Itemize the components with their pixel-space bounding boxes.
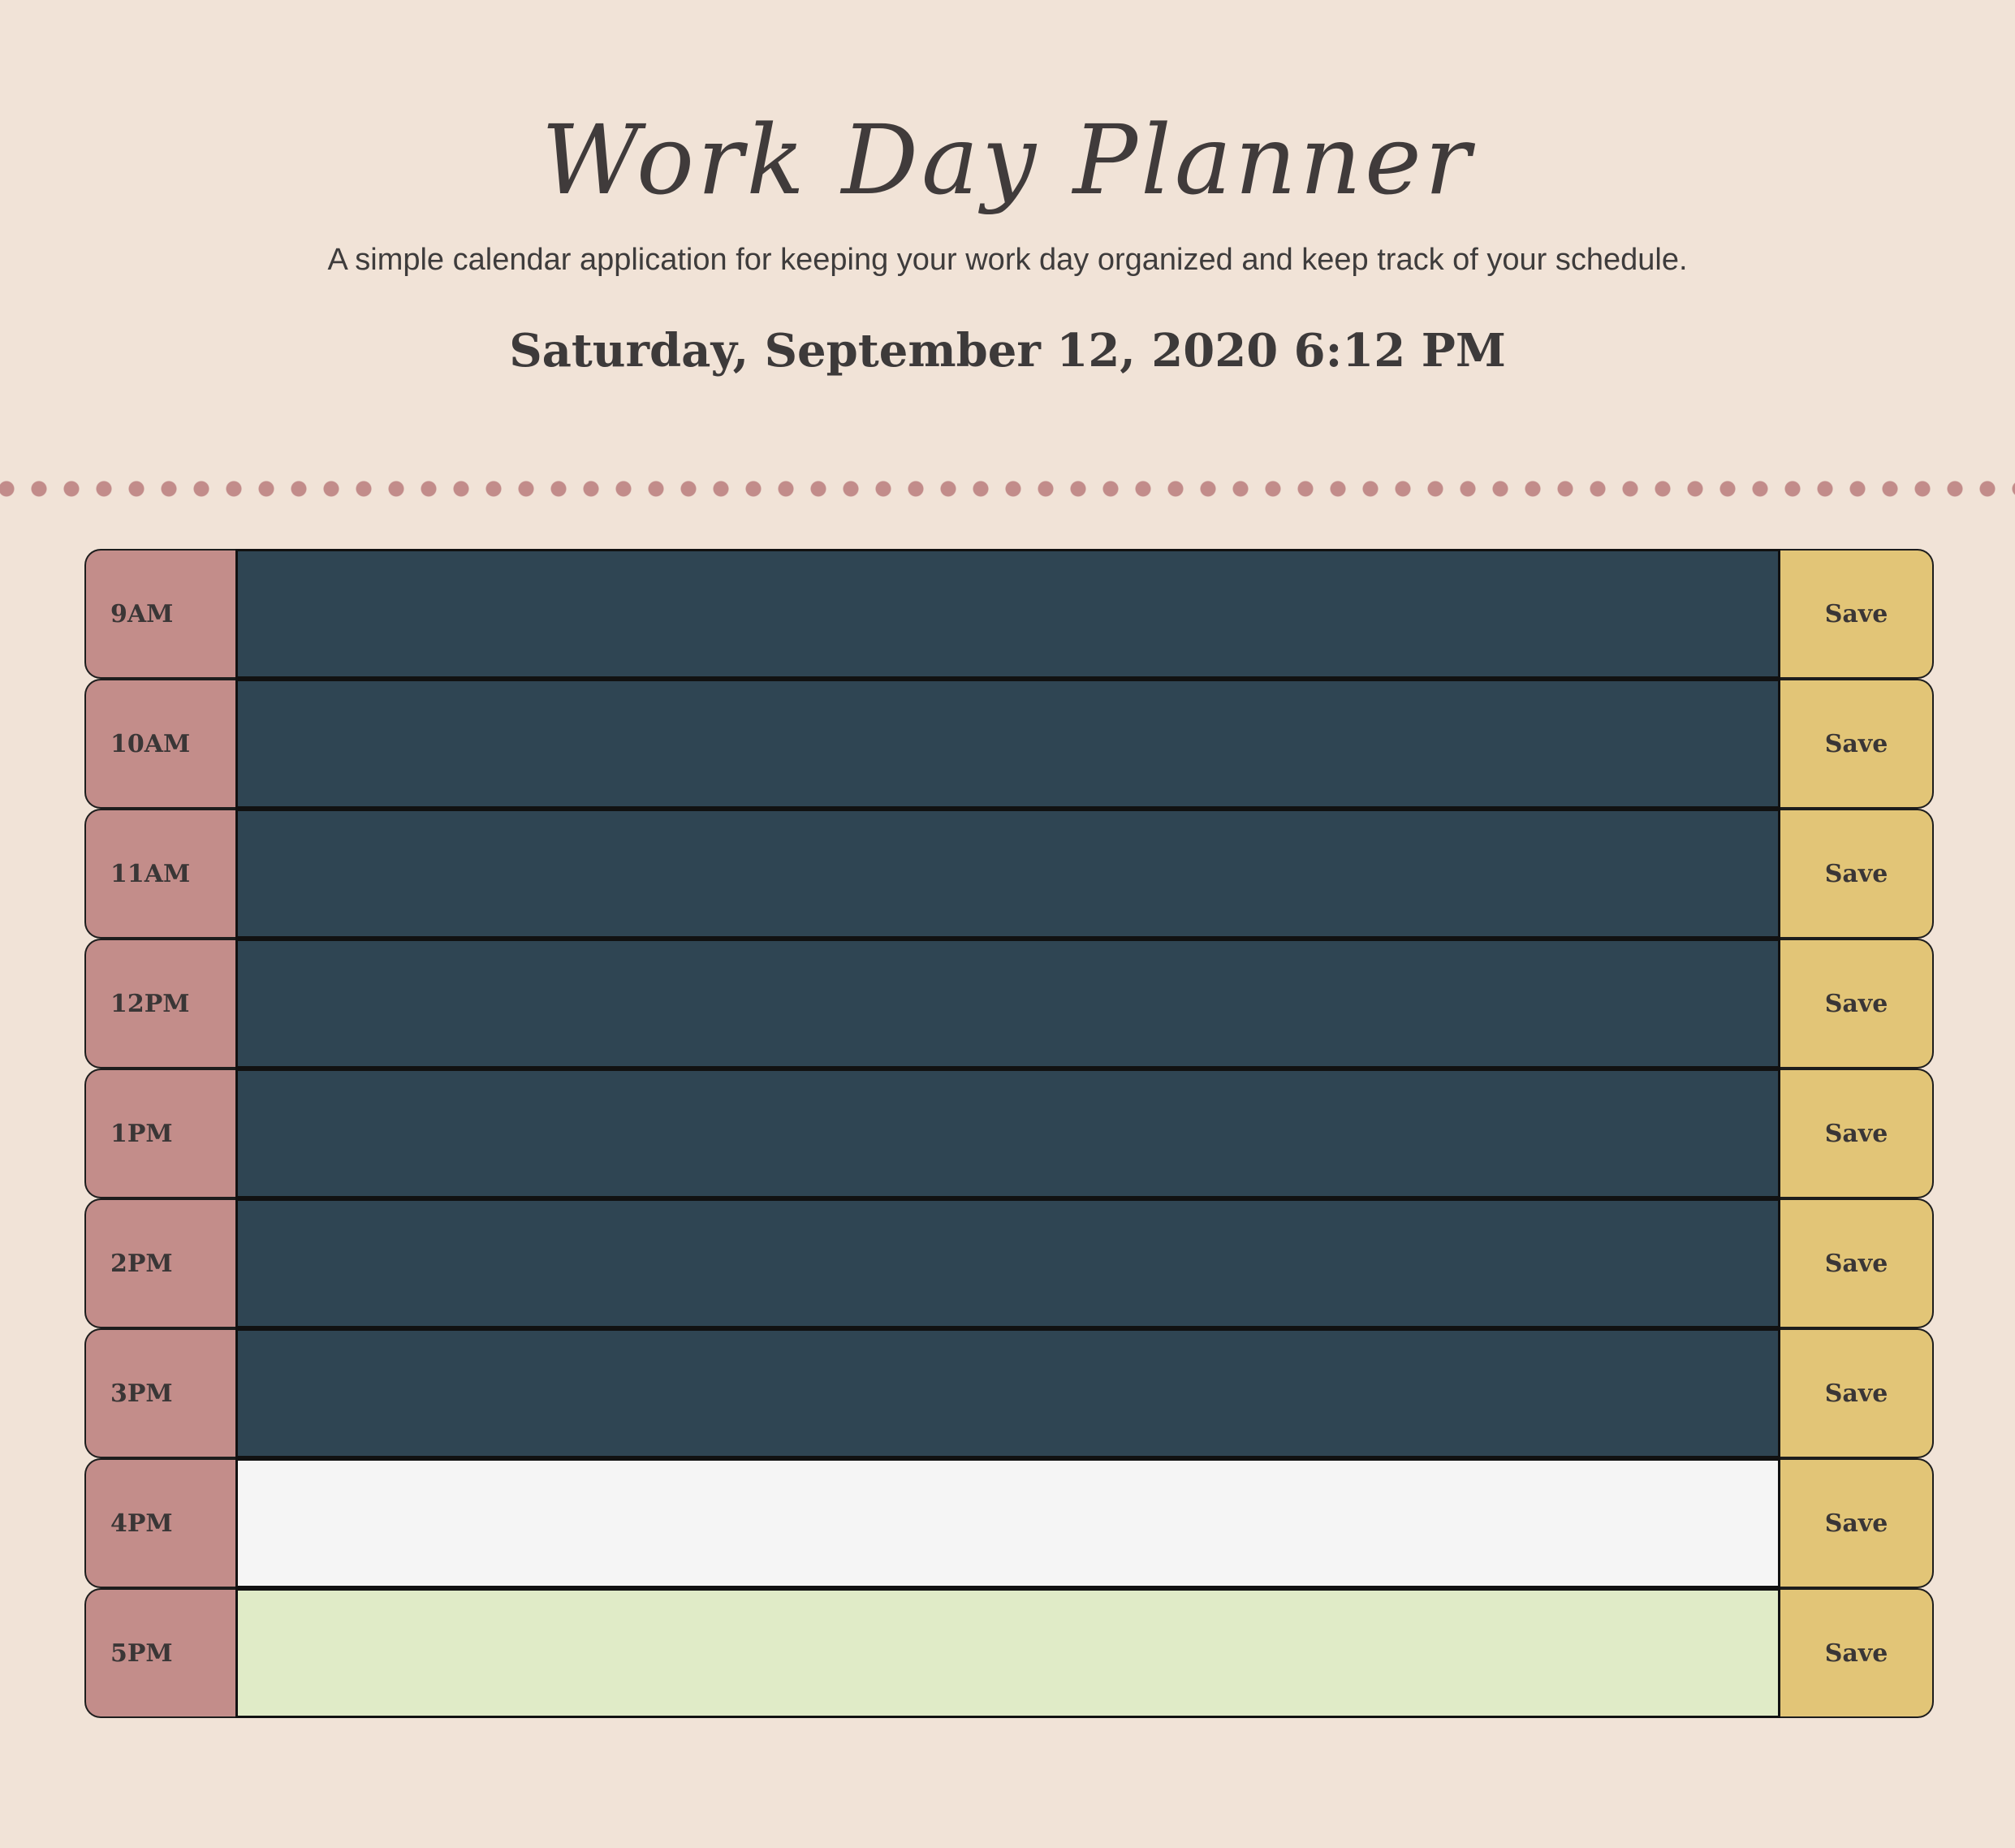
event-description-input[interactable] bbox=[235, 1458, 1780, 1588]
time-block-1pm: 1PM Save bbox=[84, 1069, 1934, 1198]
time-block-5pm: 5PM Save bbox=[84, 1588, 1934, 1718]
hour-label: 5PM bbox=[84, 1588, 235, 1718]
time-block-11am: 11AM Save bbox=[84, 809, 1934, 939]
save-button[interactable]: Save bbox=[1780, 939, 1934, 1069]
hour-label: 2PM bbox=[84, 1198, 235, 1328]
hour-label: 12PM bbox=[84, 939, 235, 1069]
hour-label: 10AM bbox=[84, 679, 235, 809]
hour-label: 3PM bbox=[84, 1328, 235, 1458]
time-block-3pm: 3PM Save bbox=[84, 1328, 1934, 1458]
page-subtitle: A simple calendar application for keepin… bbox=[327, 243, 1688, 277]
event-description-input[interactable] bbox=[235, 679, 1780, 809]
planner-container: 9AM Save 10AM Save 11AM Save 12PM Save 1… bbox=[84, 549, 1934, 1718]
hour-label: 11AM bbox=[84, 809, 235, 939]
event-description-input[interactable] bbox=[235, 1328, 1780, 1458]
time-block-4pm: 4PM Save bbox=[84, 1458, 1934, 1588]
event-description-input[interactable] bbox=[235, 939, 1780, 1069]
event-description-input[interactable] bbox=[235, 1069, 1780, 1198]
dotted-divider bbox=[0, 481, 2015, 497]
page-title: Work Day Planner bbox=[541, 104, 1474, 216]
save-button[interactable]: Save bbox=[1780, 679, 1934, 809]
event-description-input[interactable] bbox=[235, 809, 1780, 939]
current-datetime: Saturday, September 12, 2020 6:12 PM bbox=[509, 324, 1506, 378]
time-block-2pm: 2PM Save bbox=[84, 1198, 1934, 1328]
time-block-10am: 10AM Save bbox=[84, 679, 1934, 809]
event-description-input[interactable] bbox=[235, 1198, 1780, 1328]
save-button[interactable]: Save bbox=[1780, 1328, 1934, 1458]
time-block-12pm: 12PM Save bbox=[84, 939, 1934, 1069]
time-block-9am: 9AM Save bbox=[84, 549, 1934, 679]
save-button[interactable]: Save bbox=[1780, 1588, 1934, 1718]
save-button[interactable]: Save bbox=[1780, 809, 1934, 939]
event-description-input[interactable] bbox=[235, 549, 1780, 679]
save-button[interactable]: Save bbox=[1780, 1458, 1934, 1588]
hour-label: 9AM bbox=[84, 549, 235, 679]
page-header: Work Day Planner A simple calendar appli… bbox=[0, 0, 2015, 455]
save-button[interactable]: Save bbox=[1780, 1198, 1934, 1328]
save-button[interactable]: Save bbox=[1780, 549, 1934, 679]
event-description-input[interactable] bbox=[235, 1588, 1780, 1718]
hour-label: 1PM bbox=[84, 1069, 235, 1198]
save-button[interactable]: Save bbox=[1780, 1069, 1934, 1198]
hour-label: 4PM bbox=[84, 1458, 235, 1588]
